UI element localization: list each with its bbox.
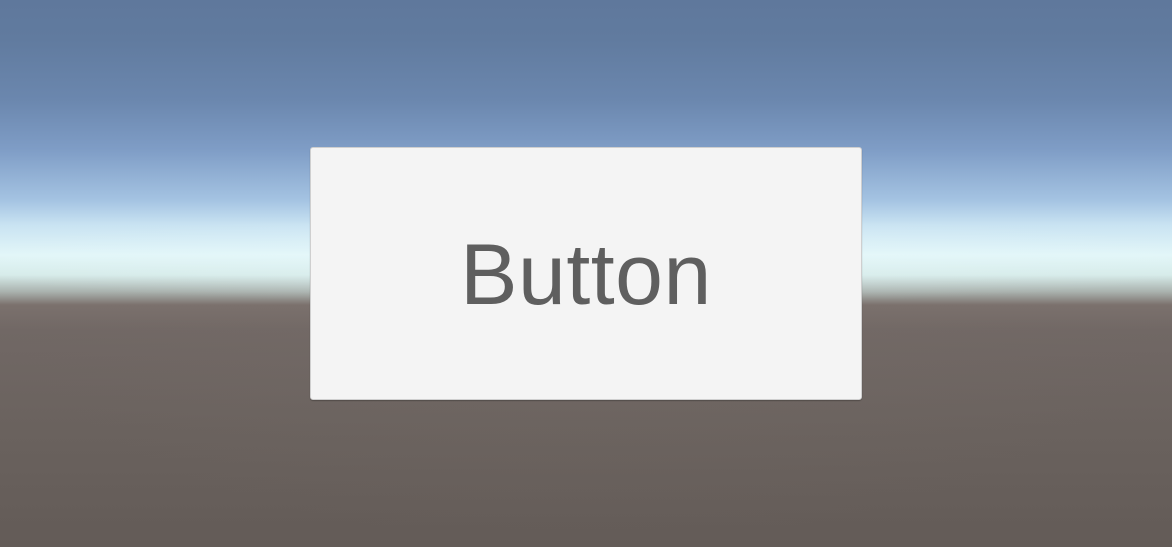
- ui-button-label: Button: [460, 226, 712, 323]
- ui-button[interactable]: Button: [310, 147, 862, 400]
- game-view-scene: Button: [0, 0, 1172, 547]
